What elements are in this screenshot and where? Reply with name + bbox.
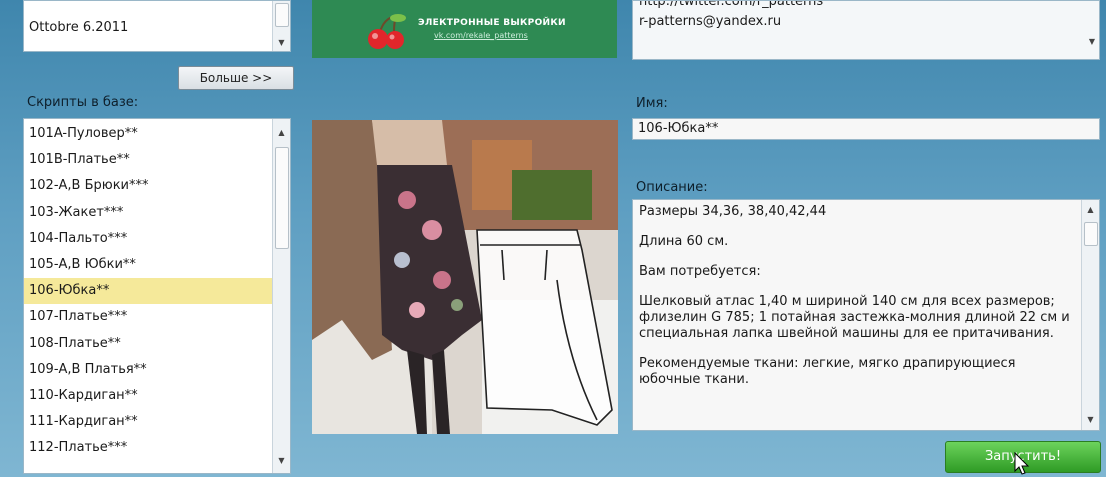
description-paragraph: Размеры 34,36, 38,40,42,44 bbox=[639, 204, 827, 219]
banner[interactable]: ЭЛЕКТРОННЫЕ ВЫКРОЙКИ vk.com/rekale_patte… bbox=[312, 0, 617, 58]
top-pattern-list[interactable]: Ottobre 6.2011 ▼ bbox=[23, 0, 291, 52]
script-list-item[interactable]: 107-Платье*** bbox=[24, 304, 273, 330]
scroll-down-icon[interactable]: ▼ bbox=[273, 35, 290, 51]
script-list-item[interactable]: 101A-Пуловер** bbox=[24, 121, 273, 147]
name-value: 106-Юбка** bbox=[638, 121, 719, 136]
banner-title: ЭЛЕКТРОННЫЕ ВЫКРОЙКИ bbox=[418, 18, 566, 28]
list-item[interactable]: Ottobre 6.2011 bbox=[24, 15, 128, 41]
scrollbar-thumb[interactable] bbox=[1084, 222, 1098, 246]
scrollbar[interactable]: ▼ bbox=[272, 1, 290, 51]
chevron-down-icon[interactable]: ▼ bbox=[1089, 37, 1095, 46]
script-list-item[interactable]: 108-Платье** bbox=[24, 331, 273, 357]
scrollbar-thumb[interactable] bbox=[275, 3, 289, 27]
scripts-items: 101A-Пуловер** 101B-Платье** 102-А,В Брюки… bbox=[24, 121, 273, 461]
skirt-photo-icon bbox=[312, 120, 618, 434]
cherry-logo-icon bbox=[368, 14, 406, 49]
scroll-down-icon[interactable]: ▼ bbox=[1082, 412, 1099, 428]
description-paragraph: Шелковый атлас 1,40 м шириной 140 см для… bbox=[639, 294, 1070, 341]
description-paragraph: Вам потребуется: bbox=[639, 264, 761, 279]
scroll-down-icon[interactable]: ▼ bbox=[273, 453, 290, 469]
contact-email: r-patterns@yandex.ru bbox=[639, 14, 782, 29]
scripts-list[interactable]: 101A-Пуловер** 101B-Платье** 102-А,В Брюки… bbox=[23, 118, 291, 474]
script-list-item[interactable]: 111-Кардиган** bbox=[24, 409, 273, 435]
scroll-up-icon[interactable]: ▲ bbox=[1082, 202, 1099, 218]
script-list-item[interactable]: 103-Жакет*** bbox=[24, 200, 273, 226]
banner-subtitle[interactable]: vk.com/rekale_patterns bbox=[434, 31, 528, 40]
description-label: Описание: bbox=[636, 180, 708, 195]
scripts-label: Скрипты в базе: bbox=[27, 95, 139, 110]
mouse-cursor-icon bbox=[1014, 452, 1030, 475]
script-list-item[interactable]: 112-Платье*** bbox=[24, 435, 273, 461]
script-list-item[interactable]: 110-Кардиган** bbox=[24, 383, 273, 409]
script-list-item[interactable]: 109-А,В Платья** bbox=[24, 357, 273, 383]
scroll-up-icon[interactable]: ▲ bbox=[273, 125, 290, 141]
scrollbar-thumb[interactable] bbox=[275, 147, 289, 249]
description-paragraph: Рекомендуемые ткани: легкие, мягко драпи… bbox=[639, 356, 1016, 387]
script-list-item[interactable]: 105-А,В Юбки** bbox=[24, 252, 273, 278]
script-list-item[interactable]: 106-Юбка** bbox=[24, 278, 273, 305]
pattern-preview-image bbox=[312, 120, 618, 434]
script-list-item[interactable]: 102-А,В Брюки*** bbox=[24, 173, 273, 199]
description-field[interactable]: Размеры 34,36, 38,40,42,44 Длина 60 см. Ва… bbox=[632, 199, 1100, 431]
scrollbar[interactable]: ▲ ▼ bbox=[272, 119, 290, 473]
name-field[interactable]: 106-Юбка** bbox=[632, 118, 1100, 140]
more-button[interactable]: Больше >> bbox=[178, 66, 294, 90]
scrollbar[interactable]: ▲ ▼ bbox=[1081, 200, 1099, 430]
description-text: Размеры 34,36, 38,40,42,44 Длина 60 см. Ва… bbox=[639, 204, 1075, 402]
script-list-item[interactable]: 104-Пальто*** bbox=[24, 226, 273, 252]
contacts-text[interactable]: http://twitter.com/r_patterns r-patterns… bbox=[632, 0, 1100, 60]
description-paragraph: Длина 60 см. bbox=[639, 234, 729, 249]
contact-link: http://twitter.com/r_patterns bbox=[639, 0, 824, 9]
name-label: Имя: bbox=[636, 96, 668, 111]
script-list-item[interactable]: 101B-Платье** bbox=[24, 147, 273, 173]
